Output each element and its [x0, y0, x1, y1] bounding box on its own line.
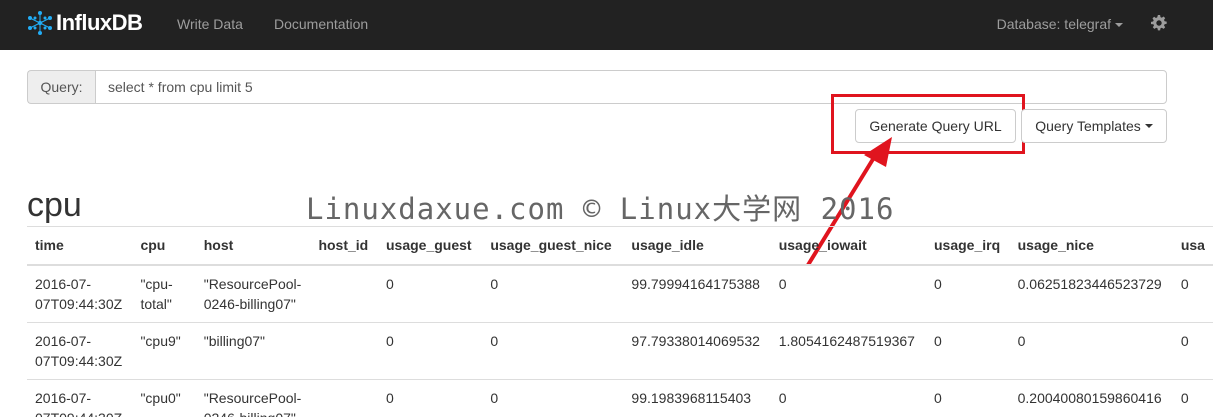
column-header: usage_guest [378, 226, 483, 266]
table-cell: 0.20040080159860416 [1009, 378, 1173, 417]
column-header: host [195, 226, 311, 266]
database-label: Database: telegraf [996, 16, 1111, 32]
chevron-down-icon [1115, 23, 1123, 28]
table-cell: "ResourcePool-0246-billing07" [195, 264, 311, 322]
table-cell [310, 321, 378, 379]
table-cell: 0 [482, 378, 624, 417]
column-header: usage_nice [1009, 226, 1173, 266]
table-cell: 2016-07-07T09:44:30Z [27, 264, 133, 322]
table-cell: "billing07" [195, 321, 311, 379]
table-cell: 2016-07-07T09:44:30Z [27, 378, 133, 417]
table-cell: 0 [1009, 321, 1173, 379]
column-header: usage_guest_nice [482, 226, 624, 266]
column-header: host_id [310, 226, 378, 266]
table-header-row: time cpu host host_id usage_guest usage_… [27, 226, 1213, 266]
table-cell: 0 [1172, 321, 1213, 379]
table-cell [310, 264, 378, 322]
table-cell: 0 [1172, 264, 1213, 322]
table-cell: "cpu-total" [132, 264, 196, 322]
query-templates-dropdown[interactable]: Query Templates [1021, 109, 1167, 143]
table-row: 2016-07-07T09:44:30Z "cpu0" "ResourcePoo… [27, 378, 1213, 417]
table-cell: 0 [925, 321, 1010, 379]
table-cell: 0 [378, 378, 483, 417]
influxdb-logo-icon [28, 11, 52, 35]
nav-write-data[interactable]: Write Data [177, 16, 243, 32]
table-cell: "cpu9" [132, 321, 196, 379]
series-title: cpu [27, 186, 82, 224]
table-cell: "ResourcePool-0246-billing07" [195, 378, 311, 417]
table-cell: 0 [925, 264, 1010, 322]
table-cell: 2016-07-07T09:44:30Z [27, 321, 133, 379]
table-cell: 0 [482, 264, 624, 322]
table-cell: 97.79338014069532 [623, 321, 771, 379]
results-table: time cpu host host_id usage_guest usage_… [27, 226, 1213, 417]
table-cell: 1.8054162487519367 [770, 321, 926, 379]
table-cell: 99.1983968115403 [623, 378, 771, 417]
results-table-container[interactable]: time cpu host host_id usage_guest usage_… [27, 226, 1213, 417]
table-cell: 0 [770, 264, 926, 322]
gear-icon[interactable] [1151, 15, 1167, 34]
table-cell: 0 [378, 321, 483, 379]
query-label: Query: [27, 70, 95, 104]
column-header: usa [1172, 226, 1213, 266]
table-cell: "cpu0" [132, 378, 196, 417]
brand-name: InfluxDB [56, 10, 143, 35]
query-templates-label: Query Templates [1035, 118, 1141, 134]
table-cell [310, 378, 378, 417]
brand-logo[interactable]: InfluxDB [27, 10, 143, 36]
watermark: Linuxdaxue.com © Linux大学网 2016 [306, 192, 895, 226]
table-cell: 0 [378, 264, 483, 322]
chevron-down-icon [1144, 124, 1153, 128]
table-cell: 99.79994164175388 [623, 264, 771, 322]
table-row: 2016-07-07T09:44:30Z "cpu-total" "Resour… [27, 264, 1213, 322]
database-dropdown[interactable]: Database: telegraf [997, 16, 1123, 32]
navbar: InfluxDB Write Data Documentation Databa… [0, 0, 1213, 50]
column-header: usage_iowait [770, 226, 926, 266]
column-header: usage_irq [925, 226, 1010, 266]
table-cell: 0 [925, 378, 1010, 417]
table-row: 2016-07-07T09:44:30Z "cpu9" "billing07" … [27, 321, 1213, 379]
nav-documentation[interactable]: Documentation [274, 16, 368, 32]
table-cell: 0 [1172, 378, 1213, 417]
table-cell: 0 [770, 378, 926, 417]
table-cell: 0 [482, 321, 624, 379]
column-header: time [27, 226, 133, 266]
column-header: usage_idle [623, 226, 771, 266]
column-header: cpu [132, 226, 196, 266]
table-cell: 0.06251823446523729 [1009, 264, 1173, 322]
